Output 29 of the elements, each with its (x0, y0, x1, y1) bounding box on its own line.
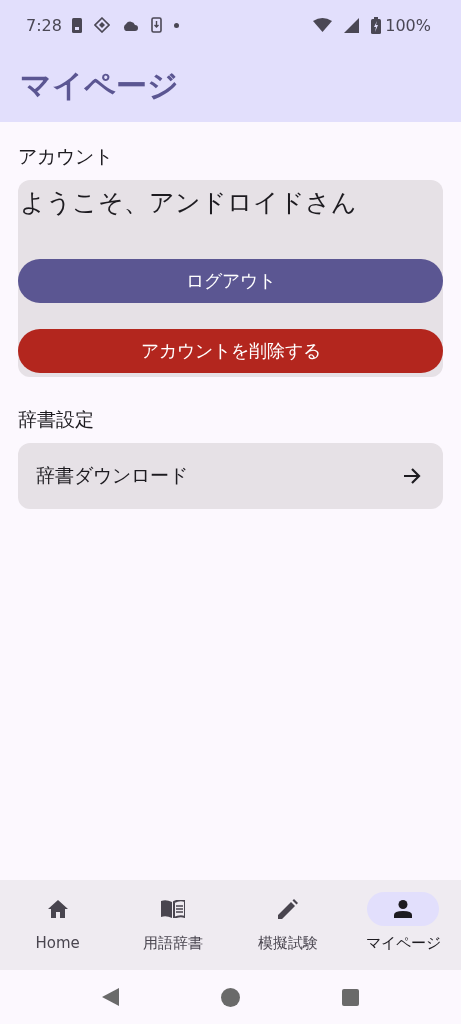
diamond-grid-icon (93, 17, 110, 33)
section-heading: アカウント (18, 144, 114, 169)
battery-icon (371, 16, 382, 34)
greeting-text: ようこそ、アンドロイドさん (19, 187, 358, 219)
battery-percent: 100% (385, 15, 431, 35)
sim-card-icon (71, 17, 82, 33)
back-icon[interactable] (102, 988, 119, 1006)
home-icon (47, 900, 68, 918)
signal-icon (344, 17, 360, 33)
arrow-right-icon (403, 468, 421, 484)
cloud-icon (121, 19, 139, 31)
list-item[interactable]: 辞書ダウンロード (18, 443, 443, 509)
person-icon (394, 900, 413, 918)
recents-icon[interactable] (342, 988, 359, 1006)
home-circle-icon[interactable] (221, 987, 240, 1007)
nav-tab[interactable]: 用語辞書 (115, 880, 231, 970)
book-icon (160, 900, 185, 918)
pencil-icon (278, 899, 299, 919)
logout-button[interactable]: ログアウト (18, 259, 443, 303)
delete-account-button[interactable]: アカウントを削除する (18, 329, 443, 373)
phone-download-icon (150, 17, 162, 33)
dot-icon (173, 22, 179, 28)
wifi-icon (313, 18, 333, 32)
nav-tab[interactable]: マイページ (345, 880, 461, 970)
nav-tab[interactable]: 模擬試験 (230, 880, 346, 970)
nav-tab[interactable]: Home (0, 880, 116, 970)
section-heading: 辞書設定 (18, 407, 95, 432)
page-title: マイページ (20, 66, 179, 105)
status-time: 7:28 (26, 15, 62, 35)
